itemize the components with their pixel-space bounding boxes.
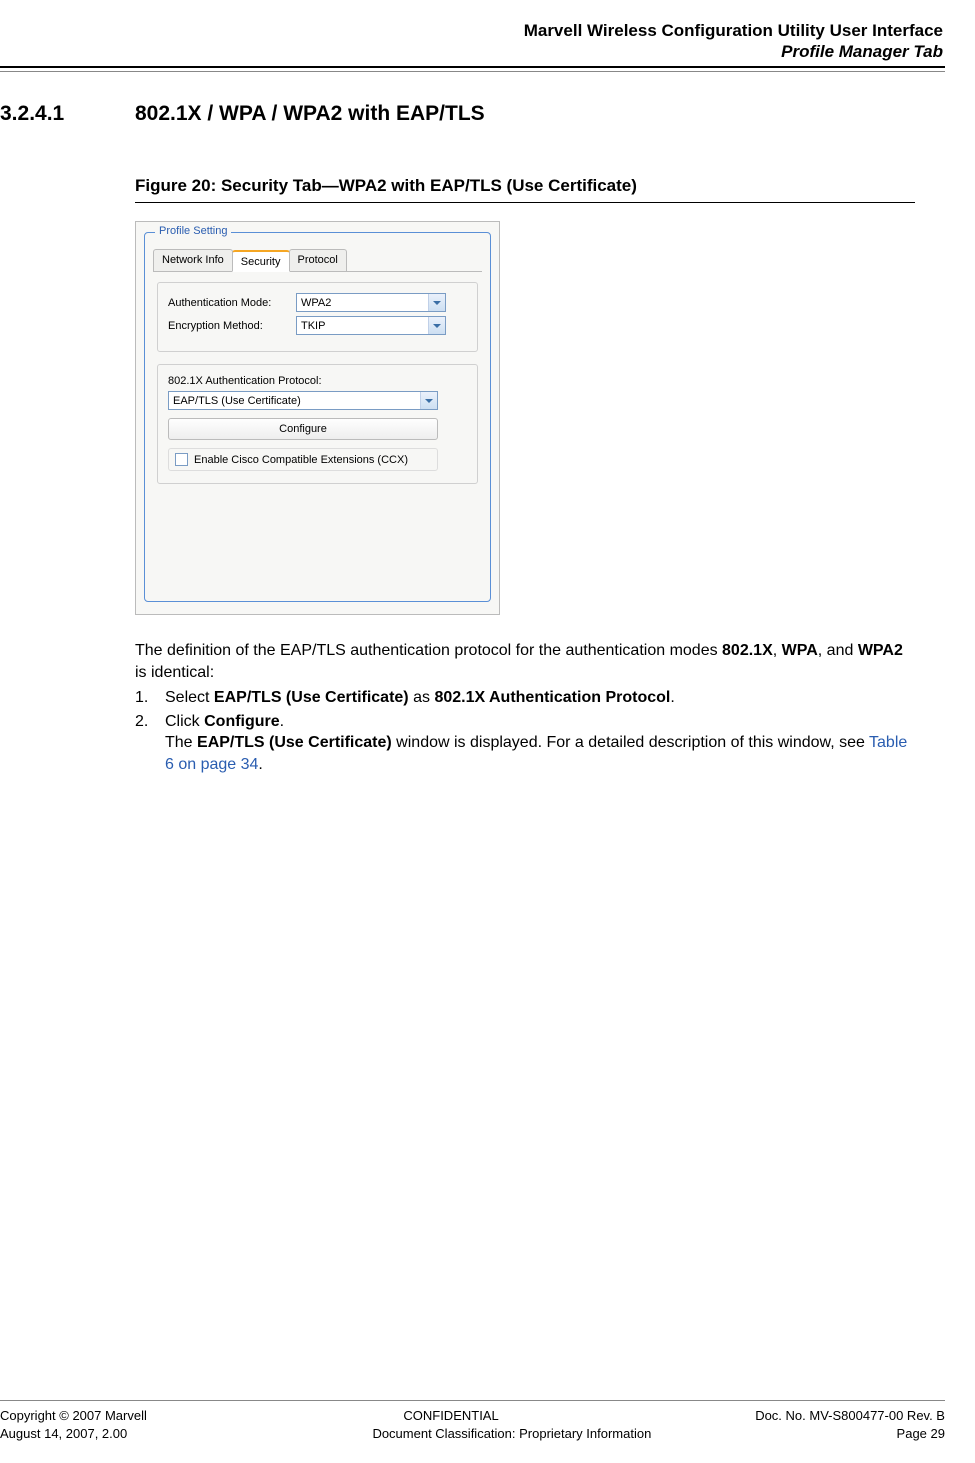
header-title: Marvell Wireless Configuration Utility U… (0, 20, 943, 42)
section-title: 802.1X / WPA / WPA2 with EAP/TLS (135, 102, 485, 126)
list-item-2: 2. Click Configure. The EAP/TLS (Use Cer… (135, 711, 915, 776)
intro-paragraph: The definition of the EAP/TLS authentica… (135, 640, 915, 683)
combo-auth-mode-value: WPA2 (301, 297, 331, 309)
list-content: Click Configure. The EAP/TLS (Use Certif… (165, 711, 915, 776)
list-item-1: 1. Select EAP/TLS (Use Certificate) as 8… (135, 687, 915, 709)
label-8021x-protocol: 802.1X Authentication Protocol: (168, 375, 467, 387)
tab-network-info[interactable]: Network Info (153, 249, 233, 271)
combo-8021x-protocol[interactable]: EAP/TLS (Use Certificate) (168, 391, 438, 410)
text: The definition of the EAP/TLS authentica… (135, 642, 722, 659)
list-number: 1. (135, 687, 165, 709)
list-content: Select EAP/TLS (Use Certificate) as 802.… (165, 687, 915, 709)
combo-auth-mode[interactable]: WPA2 (296, 293, 446, 312)
text: is identical: (135, 664, 214, 681)
footer-confidential: CONFIDENTIAL (403, 1407, 498, 1425)
combo-enc-method-value: TKIP (301, 320, 325, 332)
list-number: 2. (135, 711, 165, 776)
label-enc-method: Encryption Method: (168, 320, 296, 332)
text: The (165, 734, 197, 751)
figure-caption: Figure 20: Security Tab—WPA2 with EAP/TL… (135, 176, 915, 196)
chevron-down-icon[interactable] (420, 392, 437, 409)
text: window is displayed. For a detailed desc… (392, 734, 869, 751)
footer-page: Page 29 (897, 1425, 945, 1443)
configure-button[interactable]: Configure (168, 418, 438, 440)
auth-enc-box: Authentication Mode: WPA2 Encryption Met… (157, 282, 478, 352)
tab-bar: Network Info Security Protocol (153, 249, 482, 272)
label-ccx: Enable Cisco Compatible Extensions (CCX) (194, 454, 408, 466)
chevron-down-icon[interactable] (428, 294, 445, 311)
tab-protocol[interactable]: Protocol (289, 249, 347, 271)
bold-wpa2: WPA2 (858, 642, 903, 659)
chevron-down-icon[interactable] (428, 317, 445, 334)
text: Select (165, 689, 214, 706)
page-footer: Copyright © 2007 Marvell CONFIDENTIAL Do… (0, 1400, 945, 1443)
header-rule-thick (0, 66, 945, 68)
section-heading: 3.2.4.1 802.1X / WPA / WPA2 with EAP/TLS (0, 102, 915, 126)
fieldset-profile-setting: Profile Setting Network Info Security Pr… (144, 232, 491, 602)
header-rule-thin (0, 71, 945, 72)
bold-8021x-auth-protocol: 802.1X Authentication Protocol (434, 689, 670, 706)
label-auth-mode: Authentication Mode: (168, 297, 296, 309)
screenshot-profile-setting: Profile Setting Network Info Security Pr… (135, 221, 500, 615)
text: as (409, 689, 435, 706)
tab-security[interactable]: Security (232, 250, 290, 272)
bold-configure: Configure (204, 713, 280, 730)
combo-enc-method[interactable]: TKIP (296, 316, 446, 335)
text: , and (818, 642, 858, 659)
fieldset-legend: Profile Setting (155, 225, 231, 237)
footer-date: August 14, 2007, 2.00 (0, 1425, 127, 1443)
checkbox-ccx[interactable] (175, 453, 188, 466)
bold-wpa: WPA (782, 642, 818, 659)
header-subtitle: Profile Manager Tab (0, 42, 943, 62)
section-number: 3.2.4.1 (0, 102, 135, 126)
footer-copyright: Copyright © 2007 Marvell (0, 1407, 147, 1425)
text: . (280, 713, 284, 730)
row-ccx[interactable]: Enable Cisco Compatible Extensions (CCX) (168, 448, 438, 471)
combo-8021x-protocol-value: EAP/TLS (Use Certificate) (173, 395, 301, 407)
footer-docno: Doc. No. MV-S800477-00 Rev. B (755, 1407, 945, 1425)
protocol-box: 802.1X Authentication Protocol: EAP/TLS … (157, 364, 478, 484)
bold-eap-tls-window: EAP/TLS (Use Certificate) (197, 734, 392, 751)
bold-eap-tls: EAP/TLS (Use Certificate) (214, 689, 409, 706)
figure-rule (135, 202, 915, 203)
row-auth-mode: Authentication Mode: WPA2 (168, 293, 467, 312)
text: , (773, 642, 782, 659)
footer-rule (0, 1400, 945, 1401)
text: . (258, 756, 262, 773)
text: Click (165, 713, 204, 730)
body-text: The definition of the EAP/TLS authentica… (135, 640, 915, 776)
bold-8021x: 802.1X (722, 642, 773, 659)
text: . (670, 689, 674, 706)
footer-classification: Document Classification: Proprietary Inf… (372, 1425, 651, 1443)
row-enc-method: Encryption Method: TKIP (168, 316, 467, 335)
